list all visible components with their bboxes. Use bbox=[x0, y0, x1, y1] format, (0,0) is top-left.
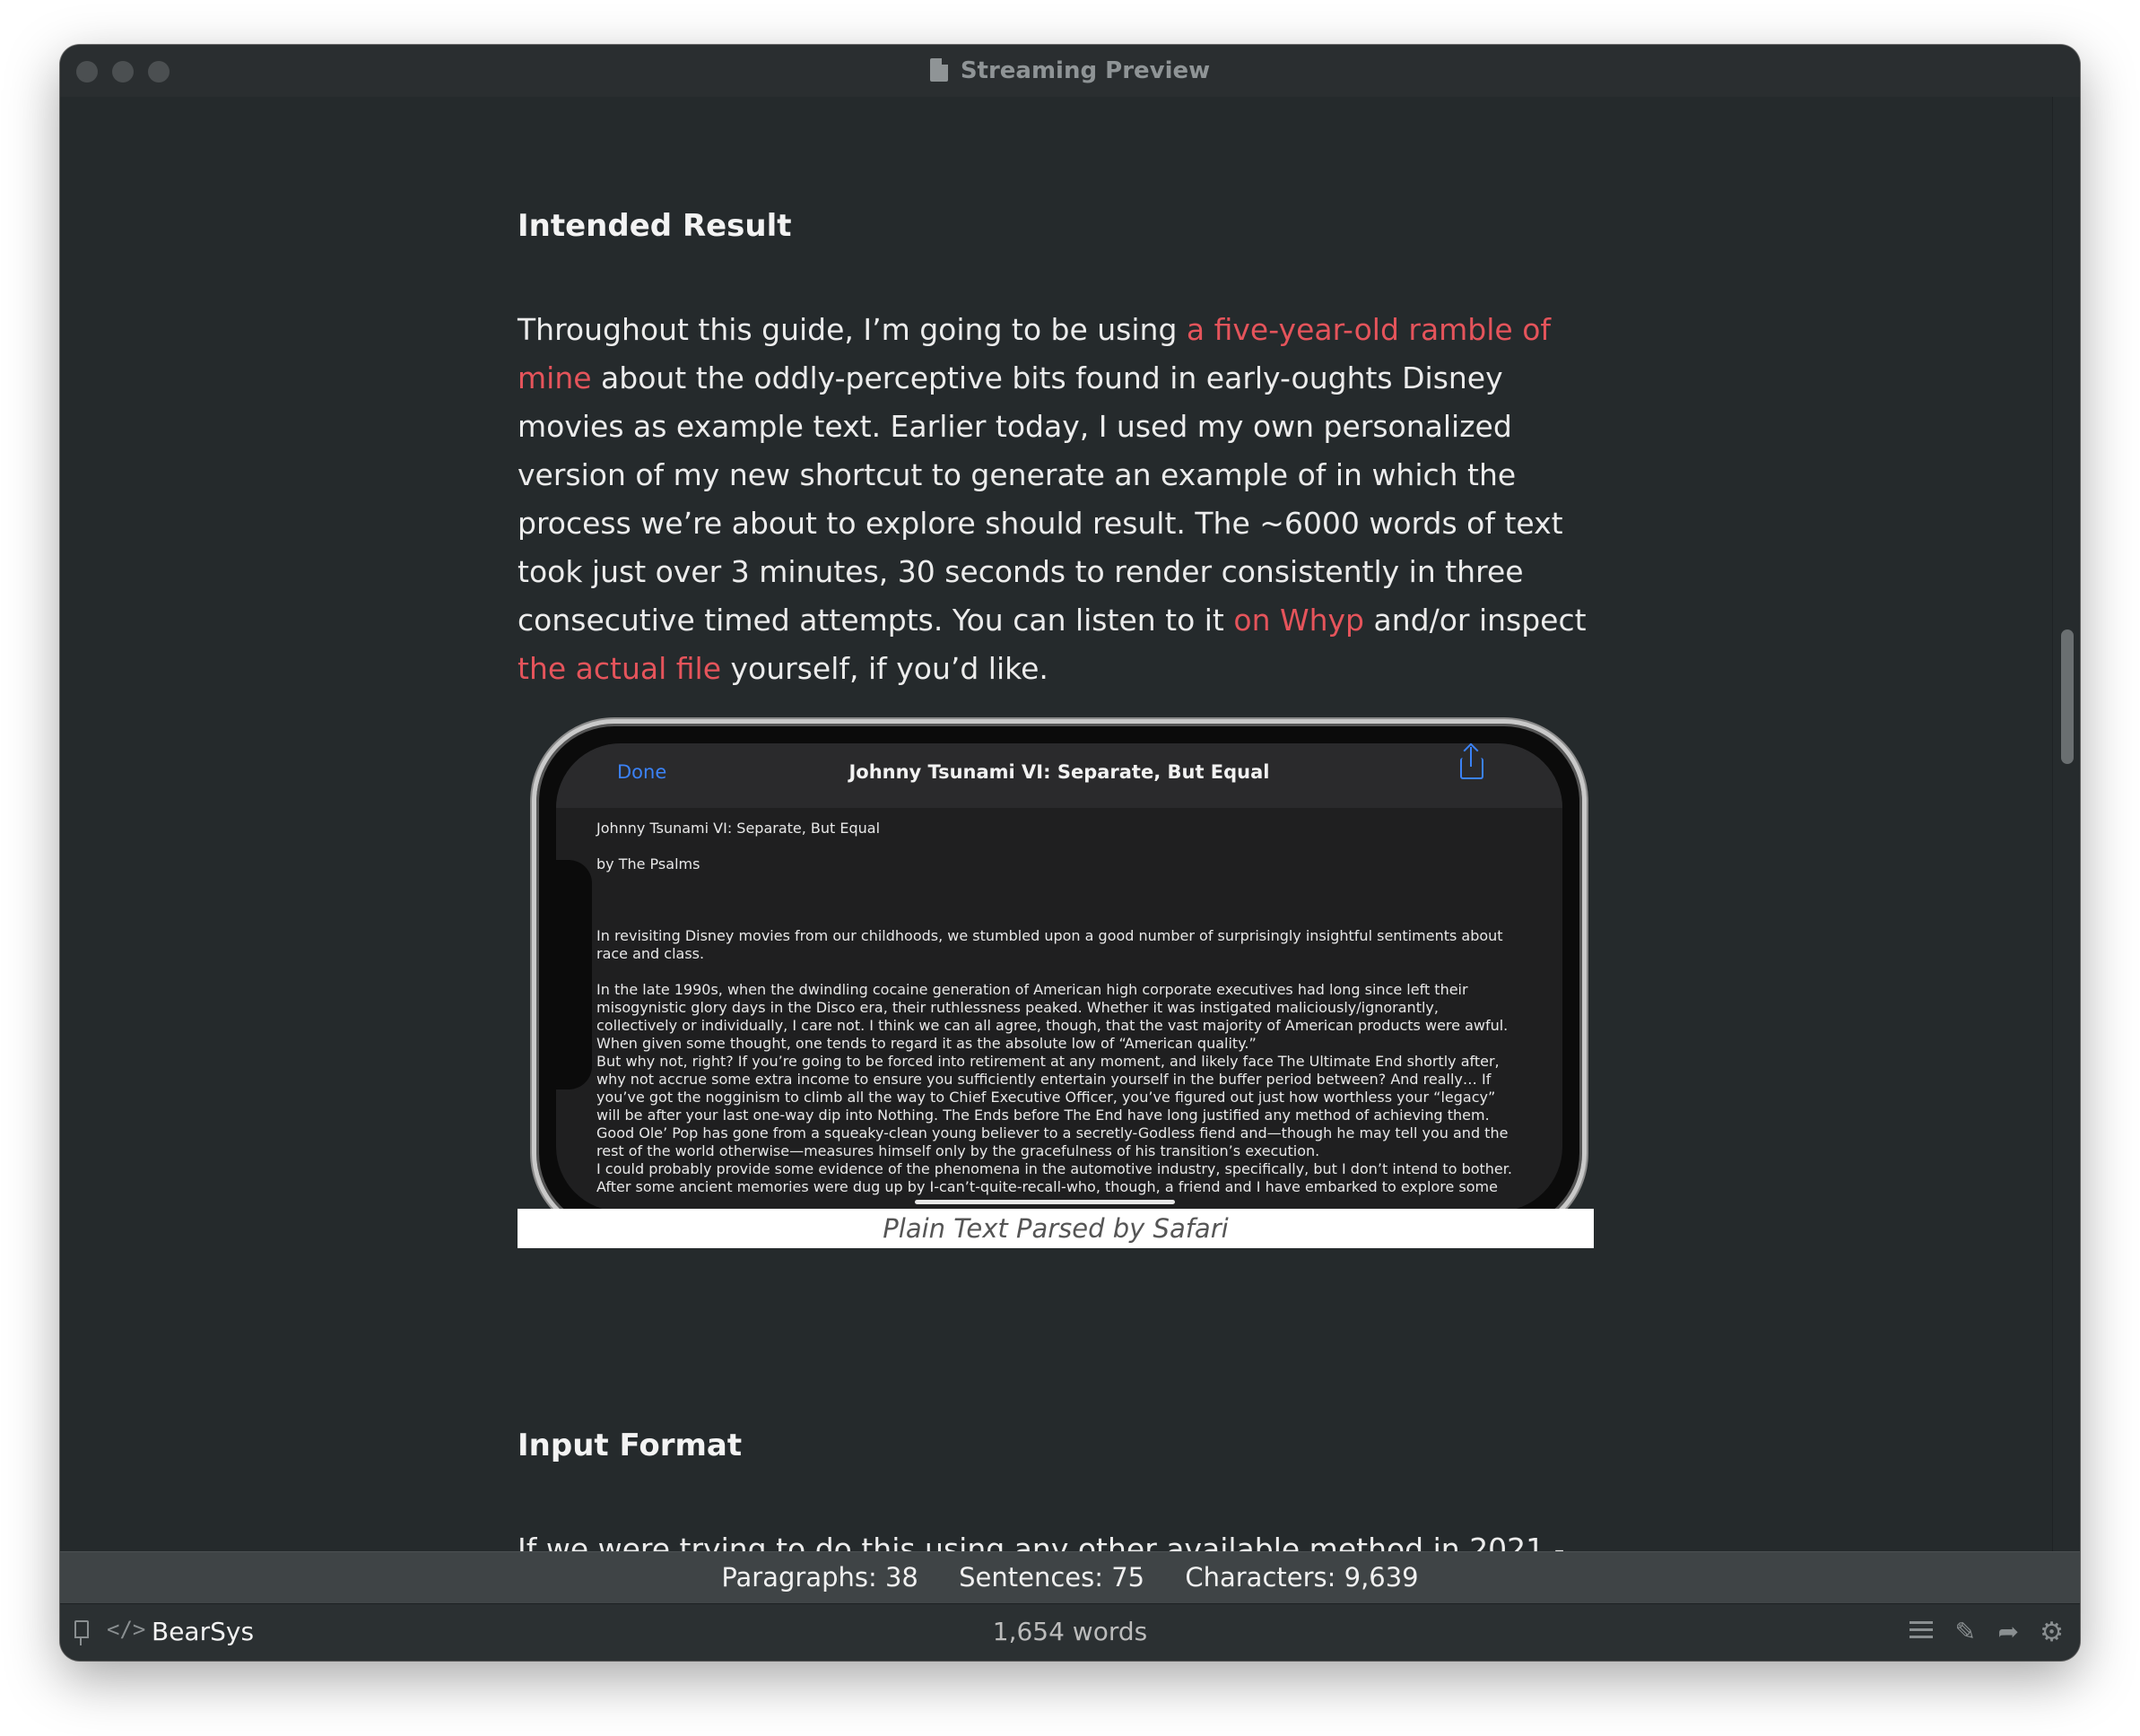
link-actual-file[interactable]: the actual file bbox=[518, 651, 721, 686]
share-icon bbox=[1460, 747, 1483, 779]
intro-text-3: and/or inspect bbox=[1364, 603, 1587, 638]
home-indicator bbox=[915, 1200, 1175, 1204]
preview-content[interactable]: Intended Result Throughout this guide, I… bbox=[60, 97, 2053, 1596]
title-bar: Streaming Preview bbox=[60, 45, 2080, 97]
paragraph-count: Paragraphs: 38 bbox=[721, 1562, 918, 1593]
doc-paragraph-4: I could probably provide some evidence o… bbox=[596, 1160, 1512, 1177]
sentence-count: Sentences: 75 bbox=[959, 1562, 1145, 1593]
section-heading-intended-result: Intended Result bbox=[518, 208, 1612, 244]
doc-paragraph-3: But why not, right? If you’re going to b… bbox=[596, 1053, 1509, 1159]
intro-text-2: about the oddly-perceptive bits found in… bbox=[518, 360, 1563, 638]
word-count[interactable]: 1,654 words bbox=[60, 1617, 2080, 1646]
link-on-whyp[interactable]: on Whyp bbox=[1233, 603, 1364, 638]
gear-icon[interactable]: ⚙ bbox=[2040, 1617, 2064, 1648]
heading-intended-result: Intended Result bbox=[518, 208, 792, 244]
document-icon bbox=[929, 58, 948, 82]
heading-input-format: Input Format bbox=[518, 1428, 743, 1463]
share-out-icon[interactable]: ➦ bbox=[1998, 1617, 2019, 1646]
doc-title: Johnny Tsunami VI: Separate, But Equal bbox=[596, 820, 881, 837]
safari-reader-header: Done Johnny Tsunami VI: Separate, But Eq… bbox=[556, 743, 1562, 808]
paragraph-intro: Throughout this guide, I’m going to be u… bbox=[518, 306, 1612, 693]
character-count: Characters: 9,639 bbox=[1185, 1562, 1419, 1593]
figure-caption: Plain Text Parsed by Safari bbox=[518, 1209, 1594, 1248]
doc-paragraph-2: In the late 1990s, when the dwindling co… bbox=[596, 981, 1509, 1052]
list-icon[interactable] bbox=[1909, 1617, 1933, 1643]
doc-paragraph-5: After some ancient memories were dug up … bbox=[596, 1178, 1498, 1195]
intro-text-1: Throughout this guide, I’m going to be u… bbox=[518, 312, 1187, 347]
iphone-frame: Done Johnny Tsunami VI: Separate, But Eq… bbox=[532, 719, 1587, 1236]
pen-icon[interactable]: ✎ bbox=[1955, 1617, 1976, 1646]
scrollbar-thumb[interactable] bbox=[2061, 629, 2074, 764]
intro-text-4: yourself, if you’d like. bbox=[721, 651, 1048, 686]
iphone-screen: Done Johnny Tsunami VI: Separate, But Eq… bbox=[556, 743, 1562, 1211]
window-title-area: Streaming Preview bbox=[60, 57, 2080, 84]
section-heading-input-format: Input Format bbox=[518, 1428, 1612, 1463]
reader-title: Johnny Tsunami VI: Separate, But Equal bbox=[848, 761, 1270, 783]
scrollbar-track[interactable] bbox=[2052, 97, 2080, 1596]
window-title: Streaming Preview bbox=[960, 57, 1211, 84]
stats-bar: Paragraphs: 38 Sentences: 75 Characters:… bbox=[60, 1551, 2080, 1604]
bottom-toolbar: </> BearSys 1,654 words ✎ ➦ ⚙ bbox=[60, 1603, 2080, 1661]
doc-paragraph-1: In revisiting Disney movies from our chi… bbox=[596, 927, 1503, 962]
doc-byline: by The Psalms bbox=[596, 855, 700, 872]
camera-notch bbox=[556, 860, 592, 1089]
intro-paragraph: Throughout this guide, I’m going to be u… bbox=[518, 306, 1612, 693]
reader-text: Johnny Tsunami VI: Separate, But Equal b… bbox=[596, 820, 1522, 1196]
app-window: Streaming Preview Intended Result Throug… bbox=[60, 45, 2080, 1661]
